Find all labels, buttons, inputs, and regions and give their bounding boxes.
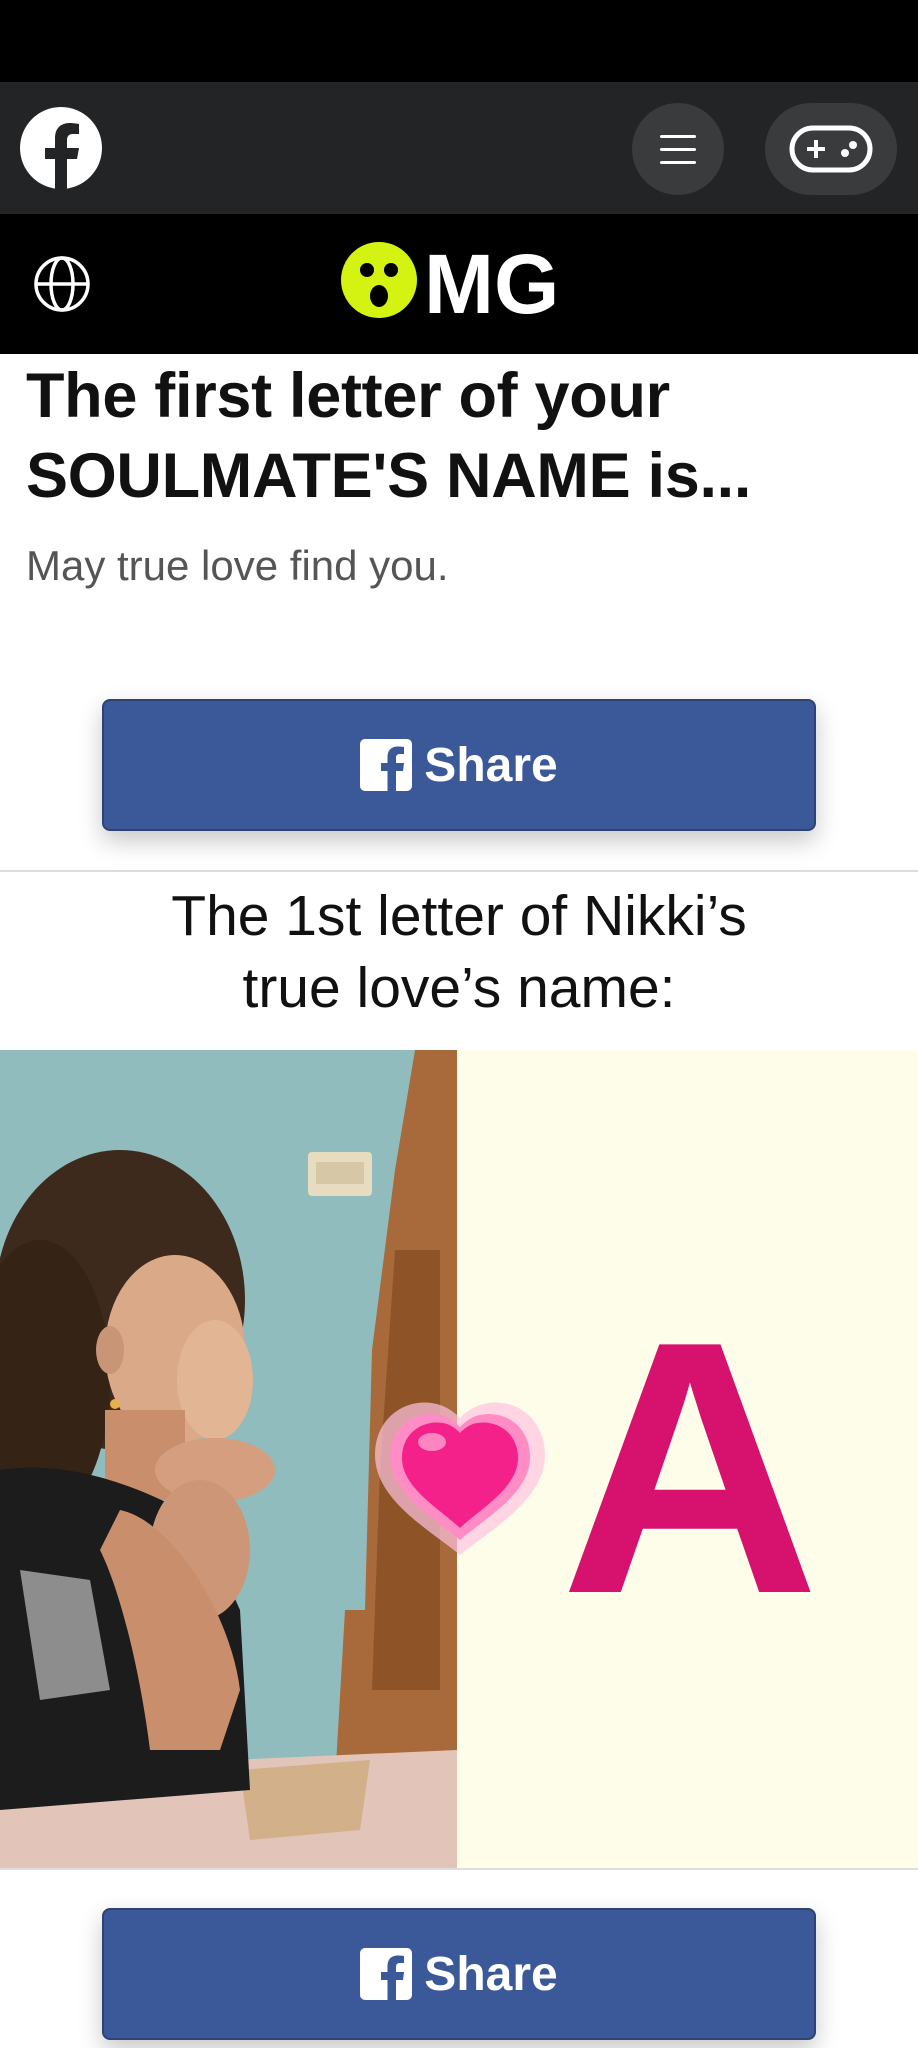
result-image: A bbox=[0, 1050, 918, 1868]
result-caption-line2: true love’s name: bbox=[242, 956, 676, 1020]
hamburger-menu-icon bbox=[660, 135, 696, 164]
omg-logo-text: MG bbox=[424, 240, 559, 330]
share-button-top[interactable]: Share bbox=[102, 699, 816, 831]
games-button[interactable] bbox=[765, 103, 897, 195]
facebook-f-icon bbox=[360, 739, 413, 791]
share-button-label: Share bbox=[424, 738, 558, 792]
facebook-f-icon bbox=[360, 1948, 413, 2000]
result-caption: The 1st letter of Nikki’s true love’s na… bbox=[0, 880, 918, 1024]
result-caption-line1: The 1st letter of Nikki’s bbox=[171, 884, 747, 948]
site-header: MG bbox=[0, 214, 918, 354]
status-bar bbox=[0, 0, 918, 82]
facebook-logo-icon[interactable] bbox=[20, 107, 102, 189]
page-subtitle: May true love find you. bbox=[26, 542, 449, 589]
page-title: The first letter of your SOULMATE'S NAME… bbox=[26, 361, 752, 511]
omg-logo[interactable]: MG bbox=[340, 240, 580, 330]
result-letter: A bbox=[560, 1267, 820, 1669]
facebook-top-bar bbox=[0, 82, 918, 214]
share-button-bottom[interactable]: Share bbox=[102, 1908, 816, 2040]
menu-button[interactable] bbox=[632, 103, 724, 195]
globe-icon[interactable] bbox=[32, 254, 92, 314]
share-button-label: Share bbox=[424, 1947, 558, 2001]
gamepad-icon bbox=[789, 125, 873, 173]
section-divider bbox=[0, 870, 918, 872]
section-divider bbox=[0, 1868, 918, 1870]
